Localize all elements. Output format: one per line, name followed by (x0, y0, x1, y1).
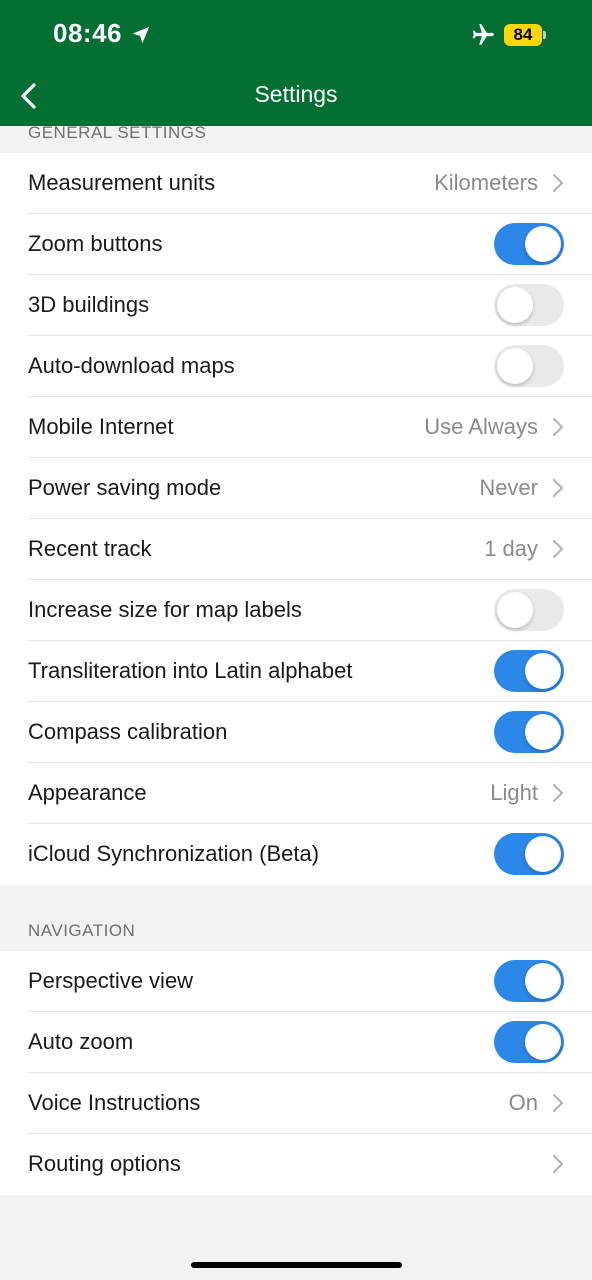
row-value: 1 day (484, 536, 538, 561)
battery-tip (543, 31, 546, 39)
row-label: Auto-download maps (28, 353, 235, 378)
row-label: Compass calibration (28, 719, 228, 744)
row-label: Zoom buttons (28, 231, 163, 256)
row-label: Perspective view (28, 968, 194, 993)
status-time: 08:46 (53, 18, 122, 48)
zoom-buttons-toggle[interactable] (494, 223, 564, 265)
auto-zoom-toggle[interactable] (494, 1021, 564, 1063)
row-label: Appearance (28, 780, 147, 805)
navigation-settings-group: Perspective view Auto zoom Voice Instruc… (0, 951, 592, 1195)
row-routing-options[interactable]: Routing options (28, 1134, 592, 1195)
increase-map-labels-toggle[interactable] (494, 589, 564, 631)
battery-icon: 84 (504, 24, 542, 46)
row-perspective-view: Perspective view (28, 951, 592, 1012)
icloud-sync-toggle[interactable] (494, 833, 564, 875)
page-title: Settings (254, 81, 338, 107)
chevron-right-icon (552, 478, 564, 498)
location-arrow-icon (132, 26, 150, 44)
toggle-knob (525, 836, 561, 872)
row-appearance[interactable]: Appearance Light (28, 763, 592, 824)
toggle-knob (497, 287, 533, 323)
row-label: Increase size for map labels (28, 597, 302, 622)
transliteration-toggle[interactable] (494, 650, 564, 692)
row-label: Voice Instructions (28, 1090, 201, 1115)
home-indicator (191, 1262, 402, 1268)
toggle-knob (497, 348, 533, 384)
perspective-view-toggle[interactable] (494, 960, 564, 1002)
row-increase-map-labels: Increase size for map labels (28, 580, 592, 641)
row-transliteration: Transliteration into Latin alphabet (28, 641, 592, 702)
row-label: Routing options (28, 1151, 181, 1176)
toggle-knob (525, 226, 561, 262)
row-label: Auto zoom (28, 1029, 134, 1054)
general-settings-group: Measurement units Kilometers Zoom button… (0, 153, 592, 885)
row-label: 3D buildings (28, 292, 150, 317)
row-auto-download-maps: Auto-download maps (28, 336, 592, 397)
row-label: Power saving mode (28, 475, 222, 500)
row-compass-calibration: Compass calibration (28, 702, 592, 763)
toggle-knob (525, 714, 561, 750)
toggle-knob (497, 592, 533, 628)
chevron-right-icon (552, 417, 564, 437)
row-value: Light (490, 780, 538, 805)
section-header-general: GENERAL SETTINGS (28, 126, 207, 142)
app-header: 08:46 84 Settings (0, 0, 592, 126)
section-header-navigation: NAVIGATION (28, 921, 136, 940)
toggle-knob (525, 1024, 561, 1060)
status-bar: 08:46 84 (0, 0, 592, 70)
row-value: On (508, 1090, 538, 1115)
row-voice-instructions[interactable]: Voice Instructions On (28, 1073, 592, 1134)
chevron-right-icon (552, 539, 564, 559)
row-recent-track[interactable]: Recent track 1 day (28, 519, 592, 580)
3d-buildings-toggle[interactable] (494, 284, 564, 326)
row-auto-zoom: Auto zoom (28, 1012, 592, 1073)
chevron-right-icon (552, 173, 564, 193)
battery-level: 84 (513, 25, 533, 44)
airplane-icon (472, 24, 494, 45)
nav-bar: Settings (0, 70, 592, 126)
row-icloud-sync: iCloud Synchronization (Beta) (28, 824, 592, 885)
row-label: Transliteration into Latin alphabet (28, 658, 353, 683)
row-value: Never (479, 475, 538, 500)
row-power-saving-mode[interactable]: Power saving mode Never (28, 458, 592, 519)
row-value: Use Always (424, 414, 538, 439)
toggle-knob (525, 653, 561, 689)
row-label: iCloud Synchronization (Beta) (28, 841, 320, 866)
row-label: Mobile Internet (28, 414, 174, 439)
chevron-right-icon (552, 783, 564, 803)
row-label: Recent track (28, 536, 152, 561)
chevron-right-icon (552, 1093, 564, 1113)
auto-download-maps-toggle[interactable] (494, 345, 564, 387)
row-mobile-internet[interactable]: Mobile Internet Use Always (28, 397, 592, 458)
row-zoom-buttons: Zoom buttons (28, 214, 592, 275)
row-value: Kilometers (434, 170, 538, 195)
compass-calibration-toggle[interactable] (494, 711, 564, 753)
toggle-knob (525, 963, 561, 999)
row-3d-buildings: 3D buildings (28, 275, 592, 336)
settings-list: GENERAL SETTINGS Measurement units Kilom… (0, 126, 592, 1195)
row-label: Measurement units (28, 170, 216, 195)
chevron-right-icon (552, 1154, 564, 1174)
row-measurement-units[interactable]: Measurement units Kilometers (28, 153, 592, 214)
